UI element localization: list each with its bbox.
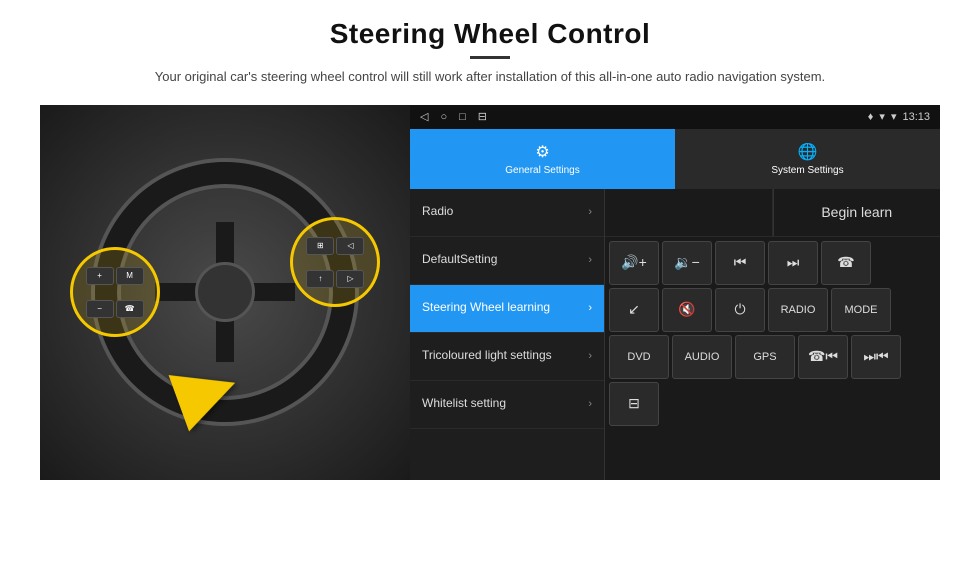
menu-item-steering[interactable]: Steering Wheel learning › — [410, 285, 604, 333]
nav-icons: ◁ ○ □ ⊟ — [420, 110, 487, 123]
tab-system-settings[interactable]: 🌐 System Settings — [675, 129, 940, 189]
title-section: Steering Wheel Control Your original car… — [155, 18, 825, 87]
radio-label: RADIO — [781, 304, 816, 316]
button-row-2: ↙ 🔇 ⏻ RADIO MODE — [609, 288, 936, 332]
prev-track-button[interactable]: ⏮ — [715, 241, 765, 285]
sw-btn-prev[interactable]: ◁ — [336, 237, 364, 255]
sw-btn-src[interactable]: ↑ — [306, 270, 334, 288]
prev-track-icon: ⏮ — [734, 254, 747, 271]
page-title: Steering Wheel Control — [155, 18, 825, 50]
begin-learn-label: Begin learn — [821, 204, 892, 220]
answer-icon: ↙ — [628, 301, 640, 318]
chevron-icon-tricolour: › — [588, 350, 592, 362]
tab-general-settings[interactable]: ⚙ General Settings — [410, 129, 675, 189]
next-track-icon: ⏭ — [787, 254, 800, 271]
vol-up-icon: 🔊+ — [621, 254, 647, 271]
system-settings-icon: 🌐 — [798, 142, 818, 162]
menu-item-tricolour[interactable]: Tricoloured light settings › — [410, 333, 604, 381]
tab-general-label: General Settings — [505, 165, 580, 176]
steering-wheel-panel: + M − ☎ ⊞ ◁ ↑ ▷ — [40, 105, 410, 480]
arrow-indicator — [177, 363, 237, 423]
wifi-icon: ▾ — [891, 110, 897, 123]
right-button-circle: ⊞ ◁ ↑ ▷ — [290, 217, 380, 307]
chevron-icon-whitelist: › — [588, 398, 592, 410]
status-right: ♦ ▾ ▾ 13:13 — [868, 110, 930, 123]
dvd-button[interactable]: DVD — [609, 335, 669, 379]
signal-icon: ▾ — [879, 110, 885, 123]
sw-btn-next[interactable]: ▷ — [336, 270, 364, 288]
menu-icon[interactable]: ⊟ — [478, 110, 487, 123]
menu-item-tricolour-label: Tricoloured light settings — [422, 348, 552, 364]
chevron-icon-radio: › — [588, 206, 592, 218]
mute-icon: 🔇 — [678, 301, 695, 318]
chevron-icon-default: › — [588, 254, 592, 266]
begin-learn-button[interactable]: Begin learn — [773, 189, 941, 236]
menu-item-radio-label: Radio — [422, 204, 453, 220]
combo-button[interactable]: ⏭⏮ — [851, 335, 901, 379]
button-row-1: 🔊+ 🔉− ⏮ ⏭ ☎ — [609, 241, 936, 285]
dvd-label: DVD — [627, 351, 650, 363]
vol-down-button[interactable]: 🔉− — [662, 241, 712, 285]
audio-button[interactable]: AUDIO — [672, 335, 732, 379]
tab-bar: ⚙ General Settings 🌐 System Settings — [410, 129, 940, 189]
power-icon: ⏻ — [734, 301, 745, 318]
recents-icon[interactable]: □ — [459, 111, 466, 123]
menu-item-whitelist-label: Whitelist setting — [422, 396, 506, 412]
next-track-button[interactable]: ⏭ — [768, 241, 818, 285]
gps-button[interactable]: GPS — [735, 335, 795, 379]
whitelist-icon: ⊟ — [628, 395, 640, 412]
sw-btn-media[interactable]: ⊞ — [306, 237, 334, 255]
menu-item-whitelist[interactable]: Whitelist setting › — [410, 381, 604, 429]
audio-label: AUDIO — [685, 351, 720, 363]
menu-list: Radio › DefaultSetting › Steering Wheel … — [410, 189, 605, 480]
radio-row: Begin learn — [605, 189, 940, 237]
menu-item-steering-label: Steering Wheel learning — [422, 300, 550, 316]
status-bar: ◁ ○ □ ⊟ ♦ ▾ ▾ 13:13 — [410, 105, 940, 129]
vol-up-button[interactable]: 🔊+ — [609, 241, 659, 285]
whitelist-icon-button[interactable]: ⊟ — [609, 382, 659, 426]
button-row-3: DVD AUDIO GPS ☎⏮ ⏭⏮ — [609, 335, 936, 379]
steering-wheel-image: + M − ☎ ⊞ ◁ ↑ ▷ — [40, 105, 410, 480]
phone-prev-button[interactable]: ☎⏮ — [798, 335, 848, 379]
phone-prev-icon: ☎⏮ — [808, 348, 838, 365]
left-button-circle: + M − ☎ — [70, 247, 160, 337]
combo-icon: ⏭⏮ — [863, 348, 888, 365]
general-settings-icon: ⚙ — [535, 142, 549, 162]
home-icon[interactable]: ○ — [440, 111, 447, 123]
mode-button[interactable]: MODE — [831, 288, 891, 332]
gps-label: GPS — [753, 351, 776, 363]
mode-label: MODE — [845, 304, 878, 316]
page-wrapper: Steering Wheel Control Your original car… — [0, 0, 980, 564]
control-area: Begin learn 🔊+ 🔉− ⏮ ⏭ ☎ — [605, 189, 940, 480]
sw-btn-minus[interactable]: − — [86, 300, 114, 318]
sw-btn-call[interactable]: ☎ — [116, 300, 144, 318]
answer-button[interactable]: ↙ — [609, 288, 659, 332]
content-area: + M − ☎ ⊞ ◁ ↑ ▷ — [40, 105, 940, 480]
back-icon[interactable]: ◁ — [420, 110, 428, 123]
power-button[interactable]: ⏻ — [715, 288, 765, 332]
location-icon: ♦ — [868, 111, 874, 123]
button-row-4: ⊟ — [609, 382, 936, 426]
button-grid: 🔊+ 🔉− ⏮ ⏭ ☎ ↙ 🔇 ⏻ RADIO MODE — [605, 237, 940, 430]
android-ui-panel: ◁ ○ □ ⊟ ♦ ▾ ▾ 13:13 ⚙ General Settings — [410, 105, 940, 480]
vol-down-icon: 🔉− — [674, 254, 700, 271]
phone-button[interactable]: ☎ — [821, 241, 871, 285]
radio-empty-box — [605, 189, 773, 236]
steering-wheel-center — [195, 262, 255, 322]
tab-system-label: System Settings — [771, 165, 843, 176]
menu-item-radio[interactable]: Radio › — [410, 189, 604, 237]
chevron-icon-steering: › — [588, 302, 592, 314]
settings-area: Radio › DefaultSetting › Steering Wheel … — [410, 189, 940, 480]
menu-item-default[interactable]: DefaultSetting › — [410, 237, 604, 285]
radio-button[interactable]: RADIO — [768, 288, 828, 332]
title-divider — [470, 56, 510, 59]
phone-icon: ☎ — [837, 254, 854, 271]
arrow-shape — [168, 355, 245, 432]
mute-button[interactable]: 🔇 — [662, 288, 712, 332]
sw-btn-plus[interactable]: + — [86, 267, 114, 285]
menu-item-default-label: DefaultSetting — [422, 252, 497, 268]
page-subtitle: Your original car's steering wheel contr… — [155, 67, 825, 87]
clock: 13:13 — [902, 111, 930, 123]
sw-btn-mode[interactable]: M — [116, 267, 144, 285]
